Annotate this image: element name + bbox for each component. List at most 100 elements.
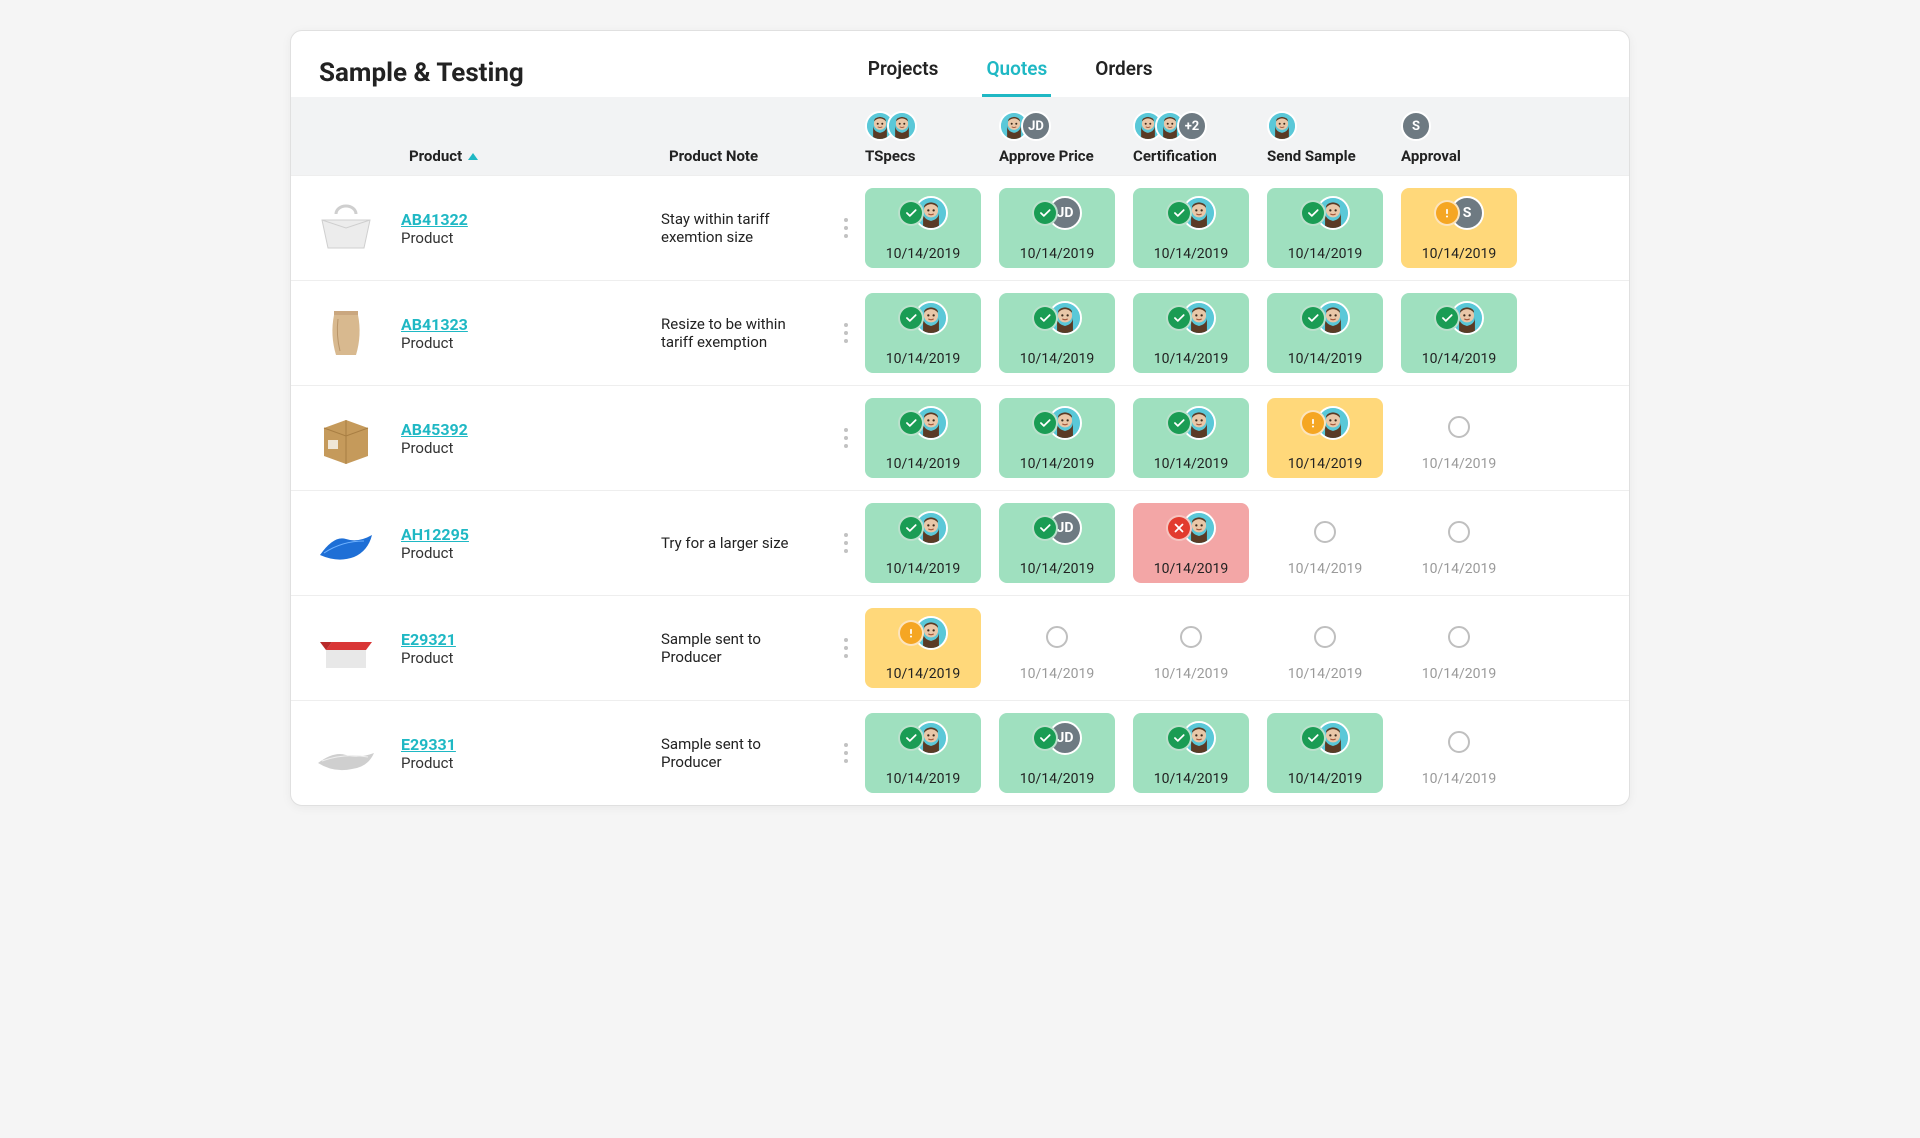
tab-projects[interactable]: Projects xyxy=(864,49,943,97)
status-card[interactable]: JD10/14/2019 xyxy=(999,713,1115,793)
row-actions-menu[interactable] xyxy=(844,638,848,658)
status-card[interactable]: 10/14/2019 xyxy=(865,608,981,688)
error-icon xyxy=(1166,515,1192,541)
status-card[interactable]: 10/14/2019 xyxy=(865,503,981,583)
product-cell: AB45392Product xyxy=(401,420,661,457)
row-actions-menu[interactable] xyxy=(844,743,848,763)
stage-cell: 10/14/2019 xyxy=(1263,608,1397,688)
status-card-header: JD xyxy=(1032,511,1082,545)
product-sku-link[interactable]: AB41323 xyxy=(401,315,651,334)
col-header-note[interactable]: Product Note xyxy=(661,147,861,165)
status-card[interactable]: 10/14/2019 xyxy=(1267,188,1383,268)
status-card[interactable]: 10/14/2019 xyxy=(1267,713,1383,793)
stage-cell: 10/14/2019 xyxy=(1397,608,1531,688)
status-card[interactable]: 10/14/2019 xyxy=(865,188,981,268)
status-card[interactable]: 10/14/2019 xyxy=(1267,503,1383,583)
status-date: 10/14/2019 xyxy=(1288,456,1363,472)
col-header-certification[interactable]: +2Certification xyxy=(1129,111,1263,165)
product-subtitle: Product xyxy=(401,229,651,247)
product-cell: E29321Product xyxy=(401,630,661,667)
status-card-header xyxy=(1032,301,1082,335)
row-actions-menu[interactable] xyxy=(844,533,848,553)
row-actions-menu[interactable] xyxy=(844,218,848,238)
stage-label: Certification xyxy=(1133,147,1217,165)
col-header-tspecs[interactable]: TSpecs xyxy=(861,111,995,165)
status-card-header xyxy=(898,301,948,335)
status-card-header xyxy=(1300,301,1350,335)
table-body: AB41322ProductStay within tariff exemtio… xyxy=(291,175,1629,805)
status-card[interactable]: 10/14/2019 xyxy=(1401,608,1517,688)
status-card[interactable]: 10/14/2019 xyxy=(865,398,981,478)
product-sku-link[interactable]: AB41322 xyxy=(401,210,651,229)
status-card[interactable]: 10/14/2019 xyxy=(1133,188,1249,268)
status-card[interactable]: 10/14/2019 xyxy=(1401,293,1517,373)
check-icon xyxy=(1032,200,1058,226)
status-date: 10/14/2019 xyxy=(1020,246,1095,262)
stage-cell: 10/14/2019 xyxy=(861,713,995,793)
product-thumbnail xyxy=(291,301,401,365)
status-card-header xyxy=(898,196,948,230)
status-card[interactable]: 10/14/2019 xyxy=(1133,713,1249,793)
product-sku-link[interactable]: AB45392 xyxy=(401,420,651,439)
status-card[interactable]: S10/14/2019 xyxy=(1401,188,1517,268)
col-header-approval[interactable]: SApproval xyxy=(1397,111,1531,165)
col-header-approve-price[interactable]: JDApprove Price xyxy=(995,111,1129,165)
status-card[interactable]: 10/14/2019 xyxy=(865,713,981,793)
empty-status-icon xyxy=(1314,521,1336,543)
empty-status-icon xyxy=(1314,626,1336,648)
check-icon xyxy=(1032,515,1058,541)
table-row: AB45392Product 10/14/2019 10/14/2019 10/… xyxy=(291,385,1629,490)
product-sku-link[interactable]: AH12295 xyxy=(401,525,651,544)
stage-cell: 10/14/2019 xyxy=(1263,188,1397,268)
tab-quotes[interactable]: Quotes xyxy=(982,49,1051,97)
status-date: 10/14/2019 xyxy=(1154,666,1229,682)
product-note: Sample sent to Producer xyxy=(661,735,831,771)
status-card[interactable]: 10/14/2019 xyxy=(1401,398,1517,478)
col-header-send-sample[interactable]: Send Sample xyxy=(1263,111,1397,165)
user-avatar xyxy=(887,111,917,141)
stage-cell: JD10/14/2019 xyxy=(995,713,1129,793)
status-card[interactable]: 10/14/2019 xyxy=(1267,608,1383,688)
col-header-product[interactable]: Product xyxy=(401,147,661,165)
status-card[interactable]: 10/14/2019 xyxy=(999,398,1115,478)
tab-orders[interactable]: Orders xyxy=(1091,49,1156,97)
product-sku-link[interactable]: E29321 xyxy=(401,630,651,649)
check-icon xyxy=(898,200,924,226)
status-card-header xyxy=(1166,406,1216,440)
status-date: 10/14/2019 xyxy=(1288,561,1363,577)
status-date: 10/14/2019 xyxy=(1422,666,1497,682)
stage-assignees xyxy=(1267,111,1297,141)
status-card-header xyxy=(898,406,948,440)
status-card[interactable]: JD 10/14/2019 xyxy=(999,503,1115,583)
product-cell: AB41322Product xyxy=(401,210,661,247)
status-card[interactable]: 10/14/2019 xyxy=(1267,398,1383,478)
page-title: Sample & Testing xyxy=(319,58,524,88)
product-cell: AB41323Product xyxy=(401,315,661,352)
status-card[interactable]: 10/14/2019 xyxy=(1133,398,1249,478)
status-card[interactable]: 10/14/2019 xyxy=(1401,713,1517,793)
user-avatar-initials: JD xyxy=(1021,111,1051,141)
status-date: 10/14/2019 xyxy=(1288,771,1363,787)
status-date: 10/14/2019 xyxy=(1020,561,1095,577)
status-card[interactable]: 10/14/2019 xyxy=(1133,503,1249,583)
stage-assignees: JD xyxy=(999,111,1051,141)
product-sku-link[interactable]: E29331 xyxy=(401,735,651,754)
product-note: Resize to be within tariff exemption xyxy=(661,315,831,351)
status-card[interactable]: 10/14/2019 xyxy=(999,293,1115,373)
table-row: E29321ProductSample sent to Producer 10/… xyxy=(291,595,1629,700)
status-date: 10/14/2019 xyxy=(1020,771,1095,787)
product-thumbnail xyxy=(291,196,401,260)
status-card[interactable]: 10/14/2019 xyxy=(1133,293,1249,373)
status-card[interactable]: JD10/14/2019 xyxy=(999,188,1115,268)
status-date: 10/14/2019 xyxy=(1288,666,1363,682)
status-card[interactable]: 10/14/2019 xyxy=(999,608,1115,688)
status-card[interactable]: 10/14/2019 xyxy=(1133,608,1249,688)
row-actions-menu[interactable] xyxy=(844,323,848,343)
status-date: 10/14/2019 xyxy=(1422,771,1497,787)
status-date: 10/14/2019 xyxy=(1154,771,1229,787)
warning-icon xyxy=(898,620,924,646)
status-card[interactable]: 10/14/2019 xyxy=(1267,293,1383,373)
status-card[interactable]: 10/14/2019 xyxy=(865,293,981,373)
row-actions-menu[interactable] xyxy=(844,428,848,448)
status-card[interactable]: 10/14/2019 xyxy=(1401,503,1517,583)
